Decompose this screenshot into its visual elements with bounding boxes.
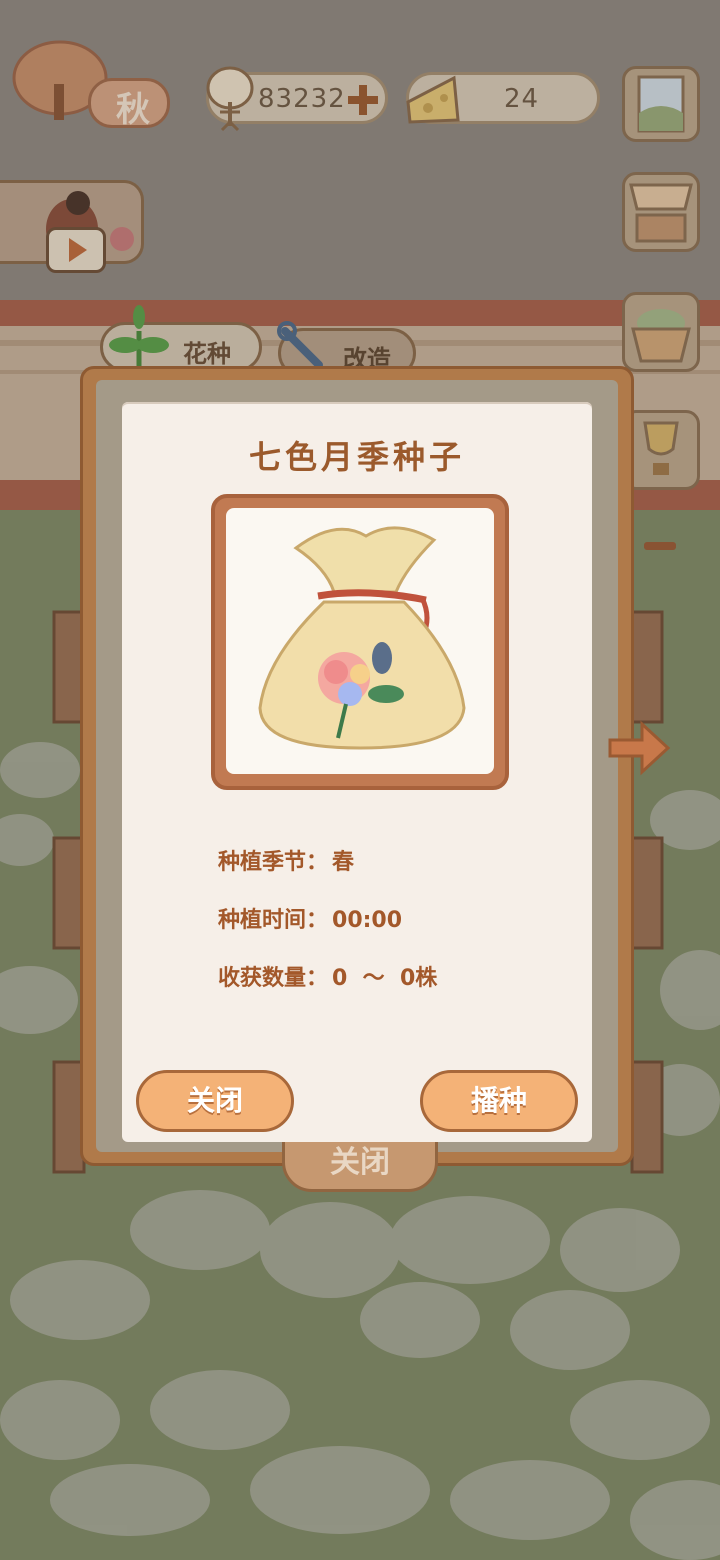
cheese-icon (406, 75, 460, 124)
minus-icon[interactable] (644, 542, 676, 550)
season-badge[interactable]: 秋 (10, 38, 170, 130)
season-field-label: 种植季节： (218, 850, 329, 875)
window-button[interactable] (622, 66, 700, 142)
close-button-label: 关闭 (186, 1084, 243, 1117)
season-field-value: 春 (332, 850, 355, 875)
video-reward-button[interactable] (0, 180, 144, 273)
sow-button[interactable]: 播种 (420, 1070, 578, 1132)
harvest-field-label: 收获数量： (218, 966, 329, 991)
tab-flower-seeds-label: 花种 (183, 340, 231, 368)
seed-title: 七色月季种子 (248, 438, 465, 476)
shop-button[interactable] (622, 172, 700, 252)
seed-bag-icon (258, 526, 466, 750)
shop-stall-icon (629, 183, 693, 243)
season-label: 秋 (116, 90, 150, 130)
fish-bone-icon (206, 66, 254, 132)
basket-button[interactable] (622, 292, 700, 372)
fish-count: 83232 (258, 84, 346, 114)
tab-flower-seeds[interactable]: 花种 (100, 305, 262, 375)
window-icon (637, 75, 685, 133)
sow-button-label: 播种 (470, 1084, 527, 1117)
trophy-icon (643, 421, 679, 475)
harvest-field-value: 0 ～ 0株 (332, 966, 438, 991)
background-close-label: 关闭 (330, 1145, 390, 1180)
basket-icon (631, 309, 691, 363)
info-row-season: 种植季节：春 (218, 844, 354, 876)
seed-image-area (226, 508, 494, 774)
cheese-count: 24 (504, 84, 540, 114)
info-row-harvest: 收获数量： 0 ～ 0株 (218, 960, 437, 992)
close-button[interactable]: 关闭 (136, 1070, 294, 1132)
time-field-value: 00:00 (332, 908, 403, 933)
time-field-label: 种植时间： (218, 908, 329, 933)
info-row-time: 种植时间： 00:00 (218, 902, 402, 934)
next-arrow-icon[interactable] (604, 712, 674, 782)
add-fish-icon[interactable] (346, 83, 380, 117)
play-icon[interactable] (46, 227, 106, 273)
